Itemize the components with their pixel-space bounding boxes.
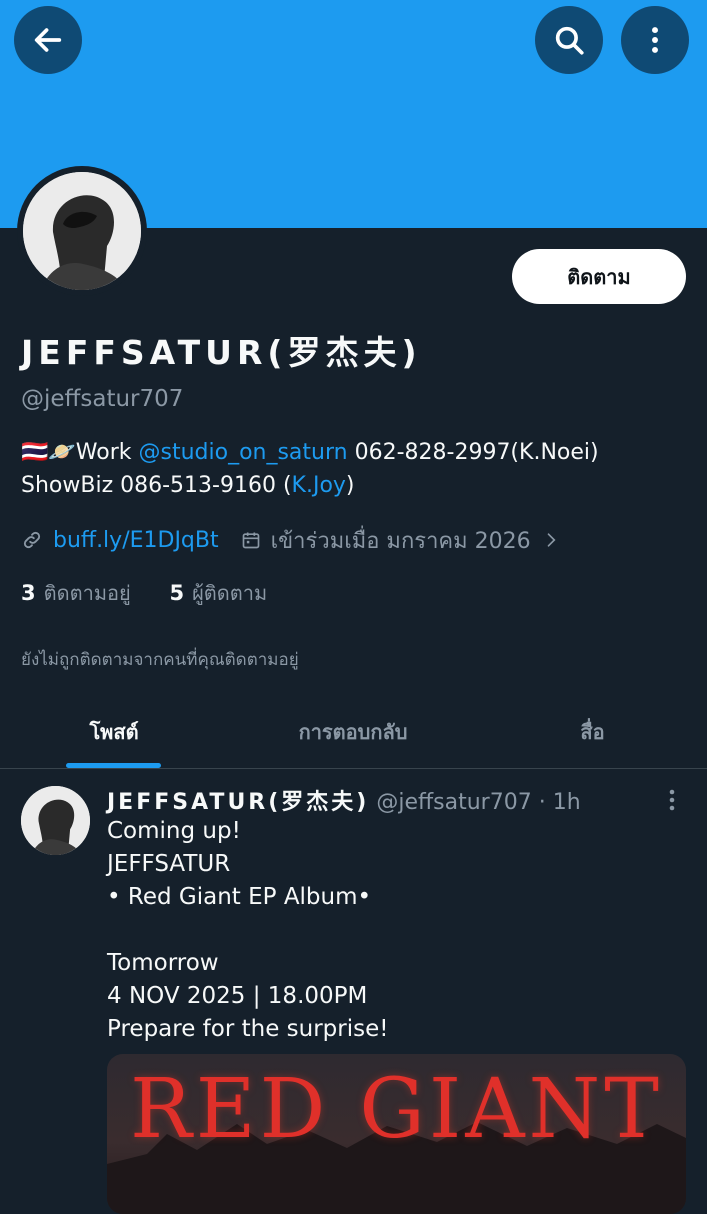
profile-tabs: โพสต์ การตอบกลับ สื่อ — [0, 696, 707, 769]
following-label: ติดตามอยู่ — [43, 581, 131, 605]
arrow-left-icon — [34, 28, 62, 52]
profile-handle: @jeffsatur707 — [21, 386, 184, 412]
tweet-text: Coming up! JEFFSATUR • Red Giant EP Albu… — [107, 818, 389, 1042]
not-followed-notice: ยังไม่ถูกติดตามจากคนที่คุณติดตามอยู่ — [21, 650, 299, 670]
bio-flags: 🇹🇭🪐 — [21, 440, 76, 465]
tweet-author-handle[interactable]: @jeffsatur707 — [376, 790, 531, 815]
profile-meta-row: buff.ly/E1DJqBt เข้าร่วมเมื่อ มกราคม 202… — [21, 522, 571, 558]
tweet-media-image[interactable]: RED GIANT — [107, 1054, 686, 1214]
calendar-icon — [242, 532, 259, 549]
profile-follow-counts: 3 ติดตามอยู่ 5 ผู้ติดตาม — [21, 577, 267, 609]
back-button[interactable] — [14, 6, 82, 74]
tweet-author-name[interactable]: JEFFSATUR(罗杰夫) — [107, 790, 369, 815]
following-count: 3 — [21, 581, 36, 605]
following-link[interactable]: 3 ติดตามอยู่ — [21, 581, 131, 605]
more-options-button[interactable] — [621, 6, 689, 74]
more-vertical-icon — [669, 789, 675, 811]
search-button[interactable] — [535, 6, 603, 74]
search-icon — [555, 26, 584, 55]
bio-mention-kjoy[interactable]: K.Joy — [292, 473, 346, 498]
tweet-more-button[interactable] — [660, 786, 684, 814]
tab-replies[interactable]: การตอบกลับ — [228, 696, 478, 768]
tweet-avatar[interactable] — [21, 786, 90, 855]
profile-avatar[interactable] — [17, 166, 147, 296]
tweet-timestamp[interactable]: 1h — [553, 790, 581, 815]
bio-work-phone: 062-828-2997(K.Noei) — [347, 440, 599, 465]
tab-posts[interactable]: โพสต์ — [0, 696, 228, 768]
link-icon — [23, 531, 41, 549]
media-title-text: RED GIANT — [130, 1062, 663, 1157]
bio-work-label: Work — [75, 440, 139, 465]
profile-joined-date: เข้าร่วมเมื่อ มกราคม 2026 — [270, 528, 531, 554]
avatar-photo — [23, 172, 141, 290]
followers-label: ผู้ติดตาม — [192, 581, 268, 605]
profile-display-name: JEFFSATUR(罗杰夫) — [21, 333, 422, 372]
bio-showbiz-close: ) — [345, 473, 355, 498]
tweet-separator: · — [531, 790, 553, 815]
followers-count: 5 — [169, 581, 185, 605]
profile-bio: 🇹🇭🪐Work @studio_on_saturn 062-828-2997(K… — [21, 436, 691, 502]
active-tab-indicator — [66, 763, 161, 768]
tweet-header: JEFFSATUR(罗杰夫) @jeffsatur707 · 1h — [107, 784, 581, 816]
followers-link[interactable]: 5 ผู้ติดตาม — [169, 581, 267, 605]
bio-showbiz: ShowBiz 086-513-9160 ( — [21, 473, 292, 498]
tab-media[interactable]: สื่อ — [478, 696, 707, 768]
profile-website-link[interactable]: buff.ly/E1DJqBt — [53, 528, 219, 553]
chevron-right-icon[interactable] — [541, 530, 561, 550]
more-vertical-icon — [652, 27, 658, 53]
bio-mention-studio[interactable]: @studio_on_saturn — [139, 440, 348, 465]
follow-button[interactable]: ติดตาม — [512, 249, 686, 304]
